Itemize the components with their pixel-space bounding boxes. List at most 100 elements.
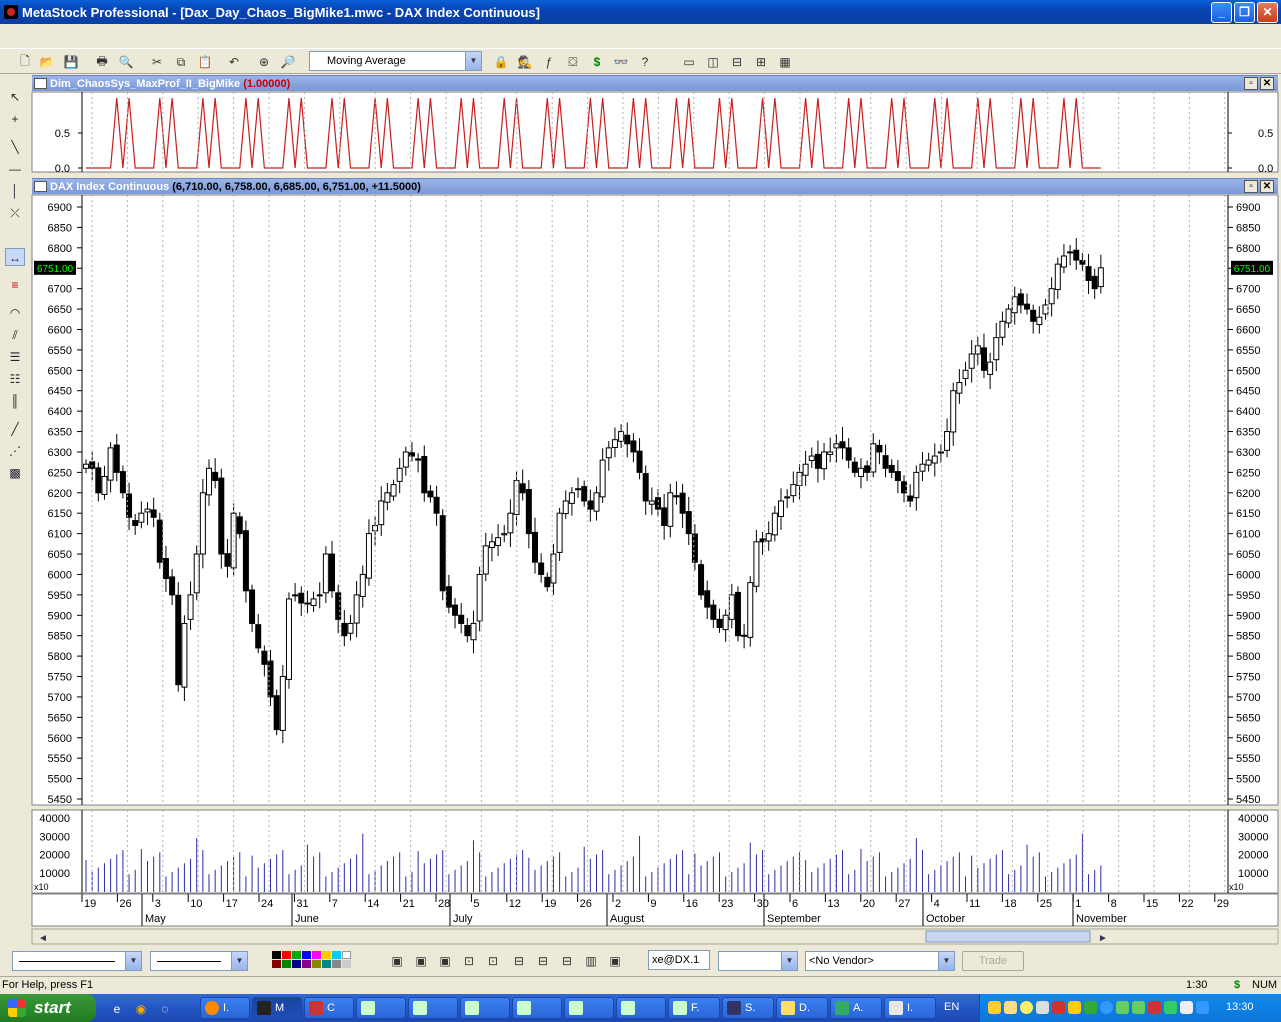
print-preview-icon[interactable]: 🔍 [117,53,135,71]
maximize-pane-button[interactable]: ▫ [1244,180,1258,193]
ie-icon[interactable]: e [108,1000,126,1018]
tray-icon[interactable] [1164,1001,1177,1014]
close-pane-button[interactable]: ✕ [1260,180,1274,193]
horizontal-line-icon[interactable]: — [5,160,25,178]
save-icon[interactable]: 💾 [62,53,80,71]
network-icon[interactable] [1196,1001,1209,1014]
chevron-down-icon[interactable]: ▼ [231,952,247,970]
new-file-icon[interactable]: 🗋 [16,53,34,71]
cut-icon[interactable]: ✂ [148,53,166,71]
crosshair-icon[interactable]: ⊕ [255,53,273,71]
taskbar-item-10[interactable]: F. [668,997,720,1019]
chevron-down-icon[interactable]: ▼ [465,52,481,70]
raff-channel-icon[interactable]: ⤫ [5,204,25,222]
chart-style-3-icon[interactable]: ▣ [436,952,454,970]
tray-icon[interactable] [1052,1001,1065,1014]
vendor-combo[interactable]: <No Vendor> ▼ [805,951,955,971]
chart-style-4-icon[interactable]: ⊡ [460,952,478,970]
firefox-icon[interactable]: ◉ [132,1000,150,1018]
open-folder-icon[interactable]: 📂 [38,53,56,71]
tile-horizontal-icon[interactable]: ⊟ [728,53,746,71]
indicator-combo[interactable]: Moving Average ▼ [309,51,482,71]
fibonacci-arcs-icon[interactable]: ◠ [5,304,25,322]
tile-vertical-icon[interactable]: ◫ [704,53,722,71]
cascade-windows-icon[interactable]: ▭ [680,53,698,71]
taskbar-item-8[interactable] [564,997,614,1019]
system-tester-icon[interactable]: ⛋ [564,53,582,71]
taskbar-item-5[interactable] [408,997,458,1019]
taskbar-item-6[interactable] [460,997,510,1019]
taskbar-item-document[interactable]: I. [884,997,936,1019]
quadrant-lines-icon[interactable]: ☷ [5,370,25,388]
fibonacci-retracement-icon[interactable]: ☰ [5,348,25,366]
crosshair-tool-icon[interactable]: + [5,110,25,128]
maximize-pane-button[interactable]: ▫ [1244,77,1258,90]
tray-icon[interactable] [1036,1001,1049,1014]
dollar-icon[interactable]: $ [588,53,606,71]
taskbar-item-dreamweaver[interactable]: A. [830,997,882,1019]
taskbar-item-7[interactable] [512,997,562,1019]
gann-grid-icon[interactable]: ▩ [5,464,25,482]
gann-fan-icon[interactable]: ⋰ [5,442,25,460]
zoom-icon[interactable]: 🔎 [279,53,297,71]
tray-icon[interactable] [1116,1001,1129,1014]
close-pane-button[interactable]: ✕ [1260,77,1274,90]
speed-lines-icon[interactable]: ≡ [5,276,25,294]
explorer-binoculars-icon[interactable]: 👓 [612,53,630,71]
line-style-combo[interactable]: ▼ [12,951,142,971]
line-weight-combo[interactable]: ▼ [150,951,248,971]
tray-icon[interactable] [1100,1001,1113,1014]
chart-style-5-icon[interactable]: ⊡ [484,952,502,970]
taskbar-item-4[interactable] [356,997,406,1019]
color-palette[interactable] [272,951,356,969]
language-indicator[interactable]: EN [944,1001,959,1013]
taskbar-item-3[interactable]: C [304,997,354,1019]
tile-grid-icon[interactable]: ⊞ [752,53,770,71]
taskbar-item-folder[interactable]: D. [776,997,828,1019]
arrange-icon[interactable]: ▦ [776,53,794,71]
chevron-down-icon[interactable]: ▼ [938,952,954,970]
andrews-pitchfork-icon[interactable]: ╱ [5,420,25,438]
bar-chart-icon[interactable]: ▥ [582,952,600,970]
restore-button[interactable]: ❐ [1234,2,1255,23]
tray-icon[interactable] [1020,1001,1033,1014]
trade-button[interactable]: Trade [962,951,1024,971]
layout-1-icon[interactable]: ⊟ [510,952,528,970]
taskbar-item-1[interactable]: I. [200,997,250,1019]
tray-icon[interactable] [1132,1001,1145,1014]
volume-icon[interactable] [1180,1001,1193,1014]
layout-2-icon[interactable]: ⊟ [534,952,552,970]
chart-style-2-icon[interactable]: ▣ [412,952,430,970]
chevron-down-icon[interactable]: ▼ [125,952,141,970]
trendline-icon[interactable]: ╲ [5,138,25,156]
expert-advisor-icon[interactable]: 🕵 [516,53,534,71]
tray-icon[interactable] [1084,1001,1097,1014]
copy-icon[interactable]: ⧉ [172,53,190,71]
chevron-down-icon[interactable]: ▼ [781,952,797,970]
security-field[interactable]: xe@DX.1 [648,950,710,970]
periodicity-combo[interactable]: ▼ [718,951,798,971]
tray-icon[interactable] [1148,1001,1161,1014]
start-button[interactable]: start [0,994,96,1022]
shield-icon[interactable] [1068,1001,1081,1014]
quicklaunch-icon[interactable]: ◌ [156,1000,174,1018]
cycle-lines-icon[interactable]: ║ [5,392,25,410]
fibonacci-fan-icon[interactable]: ⫽ [5,326,25,344]
tray-icon[interactable] [1004,1001,1017,1014]
tray-icon[interactable] [988,1001,1001,1014]
chart-style-1-icon[interactable]: ▣ [388,952,406,970]
undo-icon[interactable]: ↶ [225,53,243,71]
minimize-button[interactable]: _ [1211,2,1232,23]
vertical-line-icon[interactable]: │ [5,182,25,200]
lock-icon[interactable]: 🔒 [492,53,510,71]
parallel-lines-icon[interactable]: ↔ [5,248,25,266]
refresh-icon[interactable]: ▣ [606,952,624,970]
formula-icon[interactable]: ƒ [540,53,558,71]
help-pointer-icon[interactable]: ? [636,53,654,71]
taskbar-item-9[interactable] [616,997,666,1019]
pointer-icon[interactable]: ↖ [5,88,25,106]
taskbar-item-ib[interactable]: S. [722,997,774,1019]
paste-icon[interactable]: 📋 [196,53,214,71]
print-icon[interactable]: 🖶 [93,53,111,71]
taskbar-item-metastock[interactable]: M [252,997,302,1019]
